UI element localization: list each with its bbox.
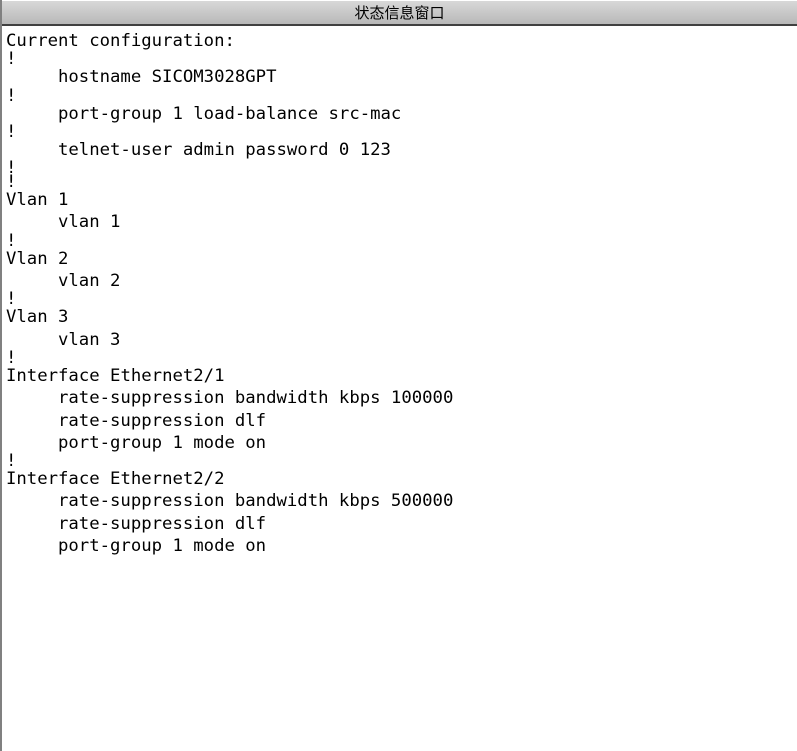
status-info-window: 状态信息窗口 Current configuration:! hostname S… <box>0 0 797 751</box>
config-line: Vlan 3 <box>6 307 69 328</box>
config-line: vlan 1 <box>58 212 121 233</box>
config-line: rate-suppression dlf <box>58 410 267 431</box>
config-line: rate-suppression bandwidth kbps 500000 <box>58 491 454 512</box>
config-separator-line: ! <box>6 49 17 70</box>
config-line: Interface Ethernet2/1 <box>6 365 225 386</box>
config-separator-line: ! <box>6 451 17 472</box>
window-title: 状态信息窗口 <box>2 0 797 26</box>
config-separator-line: ! <box>6 172 17 193</box>
config-output-text[interactable]: Current configuration:! hostname SICOM302… <box>6 28 797 751</box>
config-line: Interface Ethernet2/2 <box>6 469 225 490</box>
config-line: telnet-user admin password 0 123 <box>58 139 391 160</box>
config-line: hostname SICOM3028GPT <box>58 67 277 88</box>
config-line: port-group 1 load-balance src-mac <box>58 103 402 124</box>
config-separator-line: ! <box>6 158 17 179</box>
config-line: rate-suppression dlf <box>58 513 267 534</box>
config-line: Vlan 1 <box>6 190 69 211</box>
config-separator-line: ! <box>6 347 17 368</box>
config-line: port-group 1 mode on <box>58 432 267 453</box>
config-separator-line: ! <box>6 289 17 310</box>
config-line: port-group 1 mode on <box>58 536 267 557</box>
config-separator-line: ! <box>6 85 17 106</box>
config-line: Vlan 2 <box>6 248 69 269</box>
config-line: vlan 2 <box>58 271 121 292</box>
config-line: vlan 3 <box>58 329 121 350</box>
config-line: rate-suppression bandwidth kbps 100000 <box>58 388 454 409</box>
config-separator-line: ! <box>6 230 17 251</box>
config-separator-line: ! <box>6 121 17 142</box>
config-line: Current configuration: <box>6 31 235 51</box>
